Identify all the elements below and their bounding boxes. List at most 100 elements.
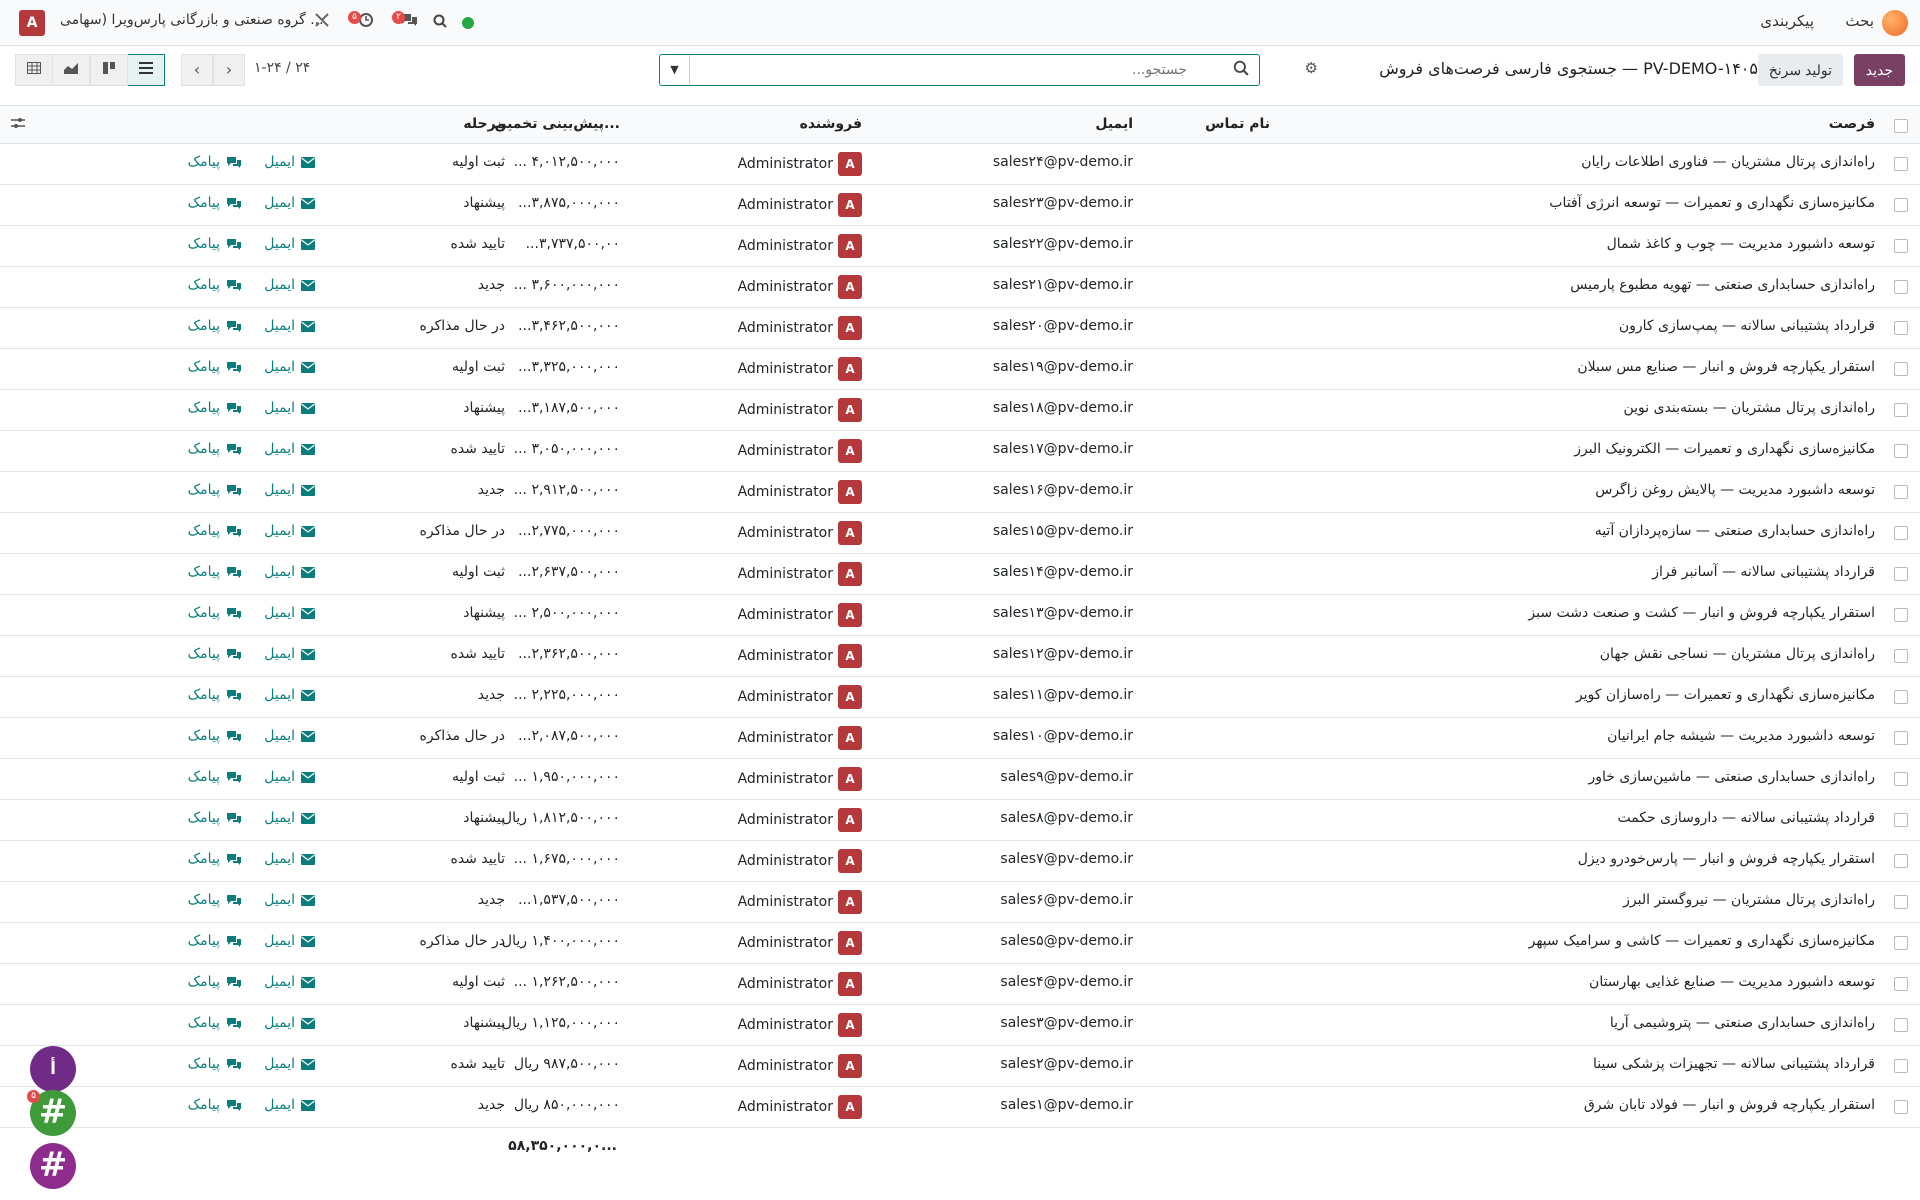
sms-action-button[interactable]: پیامک [188, 1056, 242, 1072]
email-action-button[interactable]: ایمیل [264, 810, 315, 826]
table-row[interactable]: قرارداد پشتیبانی سالانه — تجهیزات پزشکی … [0, 1046, 1920, 1087]
email-action-button[interactable]: ایمیل [264, 400, 315, 416]
sms-action-button[interactable]: پیامک [188, 605, 242, 621]
row-checkbox[interactable] [1894, 1018, 1908, 1032]
row-checkbox[interactable] [1894, 280, 1908, 294]
sms-action-button[interactable]: پیامک [188, 482, 242, 498]
table-row[interactable]: مکانیزه‌سازی نگهداری و تعمیرات — کاشی و … [0, 923, 1920, 964]
pager-next-button[interactable]: › [213, 54, 245, 86]
column-expected-revenue[interactable]: پیش‌بینی تخمین... [494, 116, 620, 132]
email-action-button[interactable]: ایمیل [264, 1056, 315, 1072]
sms-action-button[interactable]: پیامک [188, 400, 242, 416]
sms-action-button[interactable]: پیامک [188, 933, 242, 949]
search-input[interactable] [692, 58, 1187, 82]
opportunity-name[interactable]: راه‌اندازی پرتال مشتریان — بسته‌بندی نوی… [1623, 400, 1875, 416]
table-row[interactable]: استقرار یکپارچه فروش و انبار — فولاد تاب… [0, 1087, 1920, 1128]
email-action-button[interactable]: ایمیل [264, 851, 315, 867]
email-action-button[interactable]: ایمیل [264, 933, 315, 949]
sms-action-button[interactable]: پیامک [188, 687, 242, 703]
table-row[interactable]: توسعه داشبورد مدیریت — شیشه جام ایرانیان… [0, 718, 1920, 759]
opportunity-name[interactable]: راه‌اندازی حسابداری صنعتی — ماشین‌سازی خ… [1588, 769, 1875, 785]
opportunity-name[interactable]: قرارداد پشتیبانی سالانه — پمپ‌سازی کارون [1619, 318, 1875, 334]
column-opportunity[interactable]: فرصت [1829, 116, 1875, 132]
table-row[interactable]: مکانیزه‌سازی نگهداری و تعمیرات — راه‌ساز… [0, 677, 1920, 718]
opportunity-name[interactable]: استقرار یکپارچه فروش و انبار — پارس‌خودر… [1578, 851, 1875, 867]
opportunity-name[interactable]: قرارداد پشتیبانی سالانه — تجهیزات پزشکی … [1593, 1056, 1875, 1072]
search-icon[interactable] [1233, 60, 1251, 78]
chat-bubble-channel-2[interactable]: # [30, 1143, 76, 1189]
row-checkbox[interactable] [1894, 690, 1908, 704]
debug-tools-icon[interactable] [310, 11, 334, 35]
table-row[interactable]: راه‌اندازی پرتال مشتریان — نساجی نقش جها… [0, 636, 1920, 677]
row-checkbox[interactable] [1894, 157, 1908, 171]
table-row[interactable]: قرارداد پشتیبانی سالانه — داروسازی حکمت … [0, 800, 1920, 841]
pivot-view-button[interactable] [15, 54, 53, 86]
table-row[interactable]: راه‌اندازی پرتال مشتریان — نیروگستر البر… [0, 882, 1920, 923]
sms-action-button[interactable]: پیامک [188, 318, 242, 334]
row-checkbox[interactable] [1894, 895, 1908, 909]
row-checkbox[interactable] [1894, 731, 1908, 745]
sms-action-button[interactable]: پیامک [188, 195, 242, 211]
sms-action-button[interactable]: پیامک [188, 564, 242, 580]
opportunity-name[interactable]: راه‌اندازی پرتال مشتریان — نیروگستر البر… [1623, 892, 1875, 908]
kanban-view-button[interactable] [90, 54, 128, 86]
row-checkbox[interactable] [1894, 772, 1908, 786]
search-icon[interactable] [428, 11, 452, 35]
opportunity-name[interactable]: راه‌اندازی حسابداری صنعتی — تهویه مطبوع … [1570, 277, 1875, 293]
row-checkbox[interactable] [1894, 1100, 1908, 1114]
email-action-button[interactable]: ایمیل [264, 523, 315, 539]
opportunity-name[interactable]: مکانیزه‌سازی نگهداری و تعمیرات — الکترون… [1574, 441, 1875, 457]
row-checkbox[interactable] [1894, 1059, 1908, 1073]
row-checkbox[interactable] [1894, 444, 1908, 458]
sms-action-button[interactable]: پیامک [188, 646, 242, 662]
opportunity-name[interactable]: راه‌اندازی پرتال مشتریان — نساجی نقش جها… [1600, 646, 1875, 662]
app-logo-icon[interactable] [1882, 10, 1908, 36]
row-checkbox[interactable] [1894, 198, 1908, 212]
gear-icon[interactable]: ⚙ [1305, 59, 1318, 77]
table-row[interactable]: قرارداد پشتیبانی سالانه — پمپ‌سازی کارون… [0, 308, 1920, 349]
opportunity-name[interactable]: راه‌اندازی حسابداری صنعتی — سازه‌پردازان… [1595, 523, 1875, 539]
opportunity-name[interactable]: مکانیزه‌سازی نگهداری و تعمیرات — کاشی و … [1529, 933, 1875, 949]
row-checkbox[interactable] [1894, 403, 1908, 417]
row-checkbox[interactable] [1894, 936, 1908, 950]
column-email[interactable]: ایمیل [1095, 116, 1133, 132]
email-action-button[interactable]: ایمیل [264, 892, 315, 908]
table-row[interactable]: راه‌اندازی پرتال مشتریان — فناوری اطلاعا… [0, 144, 1920, 185]
list-view-button[interactable] [127, 54, 165, 86]
email-action-button[interactable]: ایمیل [264, 769, 315, 785]
row-checkbox[interactable] [1894, 526, 1908, 540]
generate-leads-button[interactable]: تولید سرنخ [1757, 54, 1843, 86]
sms-action-button[interactable]: پیامک [188, 974, 242, 990]
sms-action-button[interactable]: پیامک [188, 728, 242, 744]
table-row[interactable]: استقرار یکپارچه فروش و انبار — کشت و صنع… [0, 595, 1920, 636]
user-avatar[interactable]: A [19, 10, 45, 36]
opportunity-name[interactable]: راه‌اندازی حسابداری صنعتی — پتروشیمی آری… [1610, 1015, 1875, 1031]
email-action-button[interactable]: ایمیل [264, 441, 315, 457]
sms-action-button[interactable]: پیامک [188, 1015, 242, 1031]
sms-action-button[interactable]: پیامک [188, 441, 242, 457]
opportunity-name[interactable]: قرارداد پشتیبانی سالانه — آسانبر فراز [1652, 564, 1875, 580]
sms-action-button[interactable]: پیامک [188, 810, 242, 826]
sms-action-button[interactable]: پیامک [188, 154, 242, 170]
email-action-button[interactable]: ایمیل [264, 154, 315, 170]
sms-action-button[interactable]: پیامک [188, 277, 242, 293]
email-action-button[interactable]: ایمیل [264, 318, 315, 334]
table-row[interactable]: قرارداد پشتیبانی سالانه — آسانبر فراز sa… [0, 554, 1920, 595]
row-checkbox[interactable] [1894, 239, 1908, 253]
row-checkbox[interactable] [1894, 977, 1908, 991]
opportunity-name[interactable]: مکانیزه‌سازی نگهداری و تعمیرات — توسعه ا… [1549, 195, 1875, 211]
sms-action-button[interactable]: پیامک [188, 1097, 242, 1113]
sms-action-button[interactable]: پیامک [188, 236, 242, 252]
table-row[interactable]: راه‌اندازی پرتال مشتریان — بسته‌بندی نوی… [0, 390, 1920, 431]
table-row[interactable]: توسعه داشبورد مدیریت — پالایش روغن زاگرس… [0, 472, 1920, 513]
table-row[interactable]: راه‌اندازی حسابداری صنعتی — سازه‌پردازان… [0, 513, 1920, 554]
row-checkbox[interactable] [1894, 608, 1908, 622]
select-all-checkbox[interactable] [1894, 119, 1908, 133]
opportunity-name[interactable]: استقرار یکپارچه فروش و انبار — کشت و صنع… [1528, 605, 1875, 621]
email-action-button[interactable]: ایمیل [264, 236, 315, 252]
email-action-button[interactable]: ایمیل [264, 482, 315, 498]
opportunity-name[interactable]: توسعه داشبورد مدیریت — شیشه جام ایرانیان [1607, 728, 1875, 744]
email-action-button[interactable]: ایمیل [264, 605, 315, 621]
search-options-toggle[interactable]: ▼ [660, 55, 690, 85]
sms-action-button[interactable]: پیامک [188, 769, 242, 785]
